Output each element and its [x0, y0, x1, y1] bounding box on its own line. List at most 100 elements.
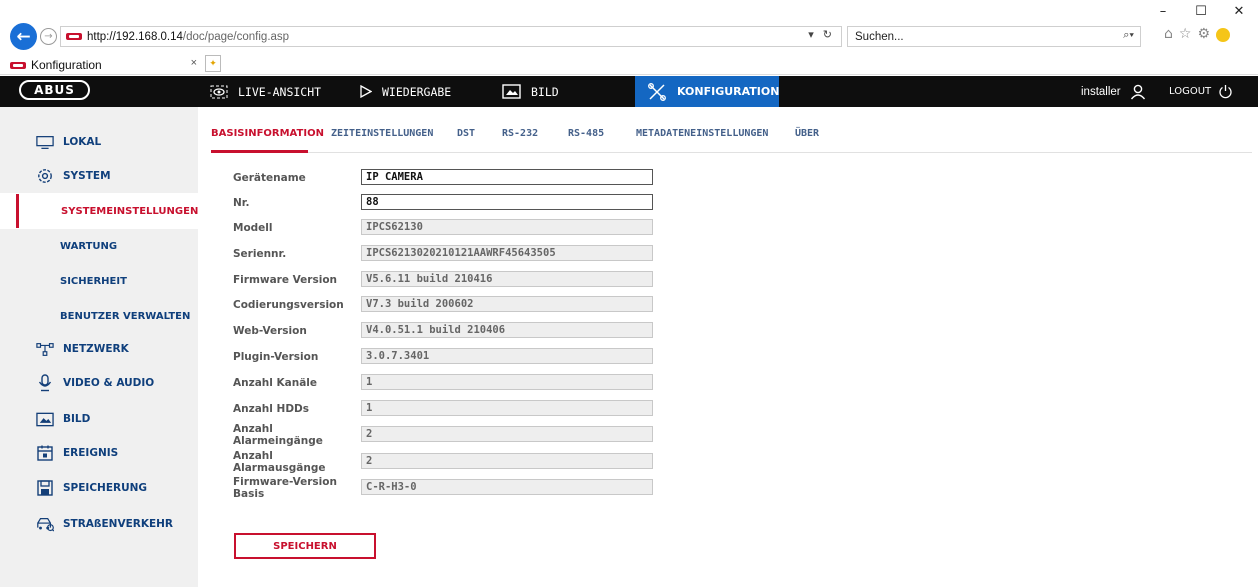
sidebar-item-wartung[interactable]: WARTUNG	[0, 228, 198, 264]
tab-dst[interactable]: DST	[457, 128, 475, 139]
play-icon	[360, 85, 372, 98]
nav-configuration[interactable]: KONFIGURATION	[635, 76, 779, 107]
nav-live-view[interactable]: LIVE-ANSICHT	[210, 76, 321, 107]
sidebar-item-bild[interactable]: BILD	[0, 405, 198, 433]
field-geraetename: Gerätename IP CAMERA	[233, 169, 653, 187]
firmware-version-value: V5.6.11 build 210416	[361, 271, 653, 287]
tab-rs232[interactable]: RS-232	[502, 128, 538, 139]
sidebar-item-netzwerk[interactable]: NETZWERK	[0, 335, 198, 363]
alarm-output-count-value: 2	[361, 453, 653, 469]
minimize-button[interactable]: –	[1144, 0, 1182, 22]
alarm-input-count-value: 2	[361, 426, 653, 442]
feedback-smiley-icon[interactable]	[1216, 28, 1231, 42]
field-seriennr: Seriennr. IPCS6213020210121AAWRF45643505	[233, 245, 653, 263]
browser-icons: ⌂ ☆ ⚙	[1164, 26, 1231, 42]
sidebar-item-systemeinstellungen[interactable]: SYSTEMEINSTELLUNGEN	[0, 193, 198, 229]
tab-basisinformation[interactable]: BASISINFORMATION	[211, 128, 324, 139]
home-icon[interactable]: ⌂	[1164, 26, 1173, 42]
floppy-icon	[36, 480, 54, 496]
sidebar-item-ereignis[interactable]: EREIGNIS	[0, 439, 198, 467]
sidebar-item-system[interactable]: SYSTEM	[0, 162, 198, 190]
web-version-value: V4.0.51.1 build 210406	[361, 322, 653, 338]
username: installer	[1081, 85, 1121, 98]
sidebar-item-label: LOKAL	[63, 136, 102, 148]
search-icon[interactable]: ⌕▾	[1123, 29, 1134, 42]
image-icon	[502, 84, 521, 99]
nav-live-view-label: LIVE-ANSICHT	[238, 84, 322, 99]
save-button[interactable]: SPEICHERN	[234, 533, 376, 559]
tab-zeiteinstellungen[interactable]: ZEITEINSTELLUNGEN	[331, 128, 433, 139]
back-button[interactable]: ←	[10, 23, 37, 50]
browser-tab[interactable]: Konfiguration ×	[10, 55, 201, 75]
field-label: Modell	[233, 222, 273, 234]
url-path: /doc/page/config.asp	[182, 30, 290, 43]
star-icon[interactable]: ☆	[1179, 26, 1192, 42]
sidebar-item-benutzer-verwalten[interactable]: BENUTZER VERWALTEN	[0, 298, 198, 334]
sidebar-item-strassenverkehr[interactable]: STRAßENVERKEHR	[0, 510, 198, 538]
nav-image-label: BILD	[531, 84, 559, 99]
sidebar-item-label: SYSTEM	[63, 170, 111, 182]
browser-search-input[interactable]: Suchen... ⌕▾	[847, 26, 1141, 47]
field-codierungsversion: Codierungsversion V7.3 build 200602	[233, 296, 653, 314]
nav-image[interactable]: BILD	[502, 76, 559, 107]
arrow-right-icon: →	[44, 31, 53, 42]
field-label: Plugin-Version	[233, 351, 319, 363]
field-label: Gerätename	[233, 172, 306, 184]
window-controls: – ☐ ✕	[1144, 0, 1258, 22]
sidebar-item-video-audio[interactable]: VIDEO & AUDIO	[0, 369, 198, 397]
field-firmware-version-basis: Firmware-Version Basis C-R-H3-0	[233, 476, 653, 500]
hdd-count-value: 1	[361, 400, 653, 416]
eye-icon	[210, 85, 228, 99]
new-tab-button[interactable]: ✦	[205, 55, 221, 72]
browser-toolbar: – ☐ ✕ ← → http://192.168.0.14 /doc/page/…	[0, 0, 1258, 52]
plugin-version-value: 3.0.7.3401	[361, 348, 653, 364]
close-window-button[interactable]: ✕	[1220, 0, 1258, 22]
sidebar-item-speicherung[interactable]: SPEICHERUNG	[0, 474, 198, 502]
field-anzahl-kanaele: Anzahl Kanäle 1	[233, 374, 653, 392]
sidebar-item-label: BILD	[63, 413, 91, 425]
field-label: Anzahl Alarmeingänge	[233, 423, 323, 447]
network-icon	[36, 342, 54, 357]
device-name-input[interactable]: IP CAMERA	[361, 169, 653, 185]
field-label: Seriennr.	[233, 248, 287, 260]
browser-tabstrip: Konfiguration ×	[0, 53, 1258, 75]
image-icon	[36, 412, 54, 427]
field-label: Web-Version	[233, 325, 307, 337]
tab-close-icon[interactable]: ×	[191, 57, 197, 69]
address-bar[interactable]: http://192.168.0.14 /doc/page/config.asp…	[60, 26, 842, 47]
tab-rs485[interactable]: RS-485	[568, 128, 604, 139]
sidebar-item-sicherheit[interactable]: SICHERHEIT	[0, 263, 198, 299]
site-favicon-icon	[66, 33, 82, 40]
field-anzahl-alarmausgaenge: Anzahl Alarmausgänge 2	[233, 450, 653, 474]
sidebar-item-lokal[interactable]: LOKAL	[0, 128, 198, 156]
nav-playback[interactable]: WIEDERGABE	[360, 76, 451, 107]
field-label: Nr.	[233, 197, 250, 209]
tab-ueber[interactable]: ÜBER	[795, 128, 819, 139]
power-icon	[1218, 84, 1233, 99]
serial-number-value: IPCS6213020210121AAWRF45643505	[361, 245, 653, 261]
settings-gear-icon[interactable]: ⚙	[1197, 26, 1210, 42]
field-label: Firmware Version	[233, 274, 338, 286]
user-menu[interactable]: installer	[1081, 76, 1146, 107]
field-label: Firmware-Version Basis	[233, 476, 337, 500]
forward-button[interactable]: →	[40, 28, 57, 45]
logout-button[interactable]: LOGOUT	[1169, 76, 1233, 107]
firmware-base-version-value: C-R-H3-0	[361, 479, 653, 495]
tab-favicon-icon	[10, 61, 26, 69]
top-nav: ABUS LIVE-ANSICHT WIEDERGABE BILD KONFIG…	[0, 76, 1258, 107]
device-number-input[interactable]: 88	[361, 194, 653, 210]
tab-metadateneinstellungen[interactable]: METADATENEINSTELLUNGEN	[636, 128, 768, 139]
field-label: Codierungsversion	[233, 299, 344, 311]
sidebar-item-label: SPEICHERUNG	[63, 482, 148, 494]
microphone-icon	[36, 374, 54, 392]
config-tabs: BASISINFORMATION ZEITEINSTELLUNGEN DST R…	[211, 124, 1252, 153]
field-label: Anzahl Alarmausgänge	[233, 450, 326, 474]
refresh-icon[interactable]: ▾ ↻	[808, 28, 835, 41]
tab-title: Konfiguration	[31, 58, 102, 72]
gear-icon	[36, 167, 54, 185]
sidebar-item-label: EREIGNIS	[63, 447, 119, 459]
field-anzahl-alarmeingaenge: Anzahl Alarmeingänge 2	[233, 423, 653, 447]
nav-configuration-label: KONFIGURATION	[677, 85, 780, 98]
maximize-button[interactable]: ☐	[1182, 0, 1220, 22]
field-label: Anzahl HDDs	[233, 403, 309, 415]
